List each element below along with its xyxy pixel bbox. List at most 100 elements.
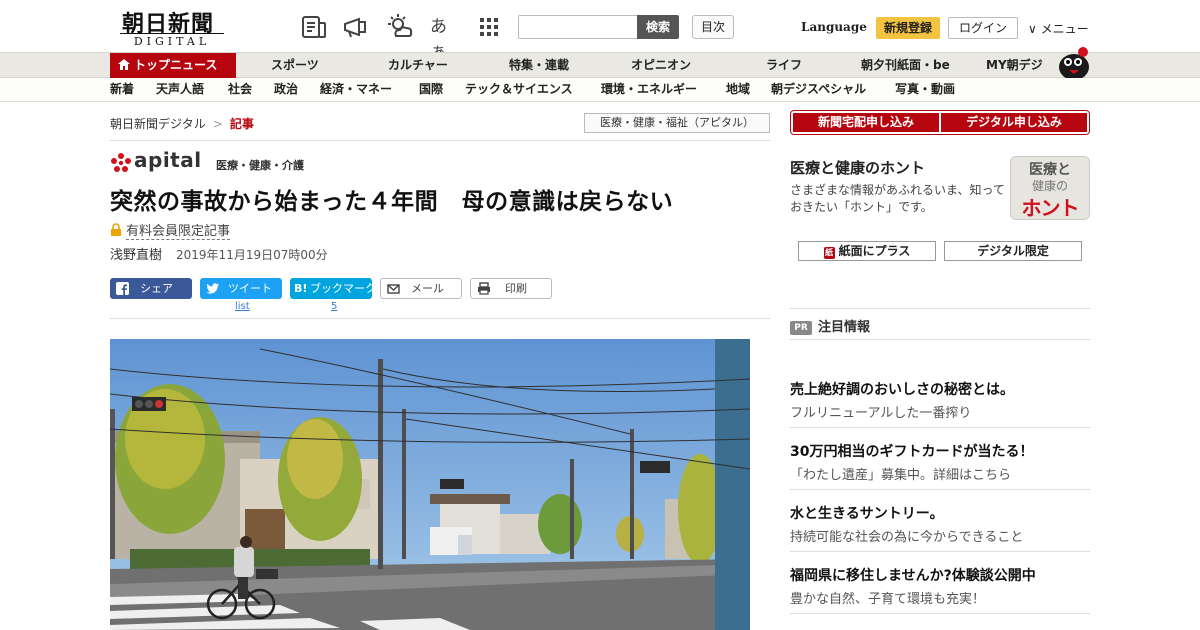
breadcrumb-current: 記事 [229, 117, 254, 131]
nav-paper[interactable]: 朝夕刊紙面・be [861, 53, 950, 78]
article-headline: 突然の事故から始まった４年間 母の意識は戻らない [110, 189, 674, 215]
font-size-icon[interactable]: あぁ [430, 12, 458, 62]
subnav-new[interactable]: 新着 [110, 78, 134, 101]
facebook-icon [116, 282, 129, 295]
breadcrumb-separator: > [212, 117, 223, 131]
nav-life[interactable]: ライフ [766, 53, 802, 78]
subnav-international[interactable]: 国際 [419, 78, 443, 101]
nav-label: トップニュース [134, 58, 218, 72]
mascot-icon [1059, 47, 1089, 79]
toc-button[interactable]: 目次 [692, 15, 734, 39]
grid-icon[interactable] [476, 14, 504, 40]
subnav-politics[interactable]: 政治 [274, 78, 298, 101]
ad-title[interactable]: 売上絶好調のおいしさの秘密とは。 [790, 379, 1014, 399]
sub-nav: 新着 天声人語 社会 政治 経済・マネー 国際 テック＆サイエンス 環境・エネル… [0, 78, 1200, 102]
home-icon [118, 59, 130, 70]
subnav-region[interactable]: 地域 [726, 78, 750, 101]
divider [110, 318, 770, 319]
twitter-icon [206, 283, 219, 294]
members-only-label: 有料会員限定記事 [126, 224, 231, 240]
pr-badge: PR [790, 321, 812, 335]
ad-description[interactable]: フルリニューアルした一番搾り [790, 402, 971, 421]
subnav-society[interactable]: 社会 [228, 78, 252, 101]
divider [790, 308, 1090, 309]
print-label: 印刷 [505, 282, 527, 295]
divider [790, 489, 1090, 490]
ad-description[interactable]: 持続可能な社会の為に今からできること [790, 526, 1023, 545]
twitter-tweet-label: ツイート [228, 282, 272, 295]
ad-description[interactable]: 豊かな自然、子育て環境も充実！ [790, 588, 985, 607]
subnav-tech[interactable]: テック＆サイエンス [465, 78, 573, 101]
paper-plus-button[interactable]: 紙紙面にプラス [798, 241, 936, 261]
twitter-tweet-button[interactable]: ツイート [200, 278, 282, 299]
pr-heading-label: 注目情報 [818, 320, 871, 335]
byline: 浅野直樹 2019年11月19日07時00分 [110, 244, 328, 263]
weather-icon[interactable] [386, 14, 414, 40]
divider [790, 551, 1090, 552]
article-photo [110, 339, 750, 630]
paper-subscribe-button[interactable]: 新聞宅配申し込み [793, 113, 939, 132]
honto-logo-line1: 医療と [1029, 162, 1071, 178]
nav-features[interactable]: 特集・連載 [509, 53, 569, 78]
hatena-icon: B! [294, 282, 308, 295]
apital-dots-icon [111, 153, 131, 172]
ad-title[interactable]: 30万円相当のギフトカードが当たる！ [790, 441, 1033, 461]
apital-tagline: 医療・健康・介護 [216, 159, 304, 172]
mail-button[interactable]: メール [380, 278, 462, 299]
tweet-count[interactable]: list [235, 301, 250, 312]
print-button[interactable]: 印刷 [470, 278, 552, 299]
honto-logo-line3: ホント [1021, 196, 1080, 220]
divider [790, 339, 1090, 340]
paper-plus-icon: 紙 [823, 247, 835, 259]
breadcrumb-home[interactable]: 朝日新聞デジタル [110, 117, 206, 131]
hatena-bookmark-label: ブックマーク [310, 282, 376, 295]
nav-culture[interactable]: カルチャー [388, 53, 448, 78]
digital-only-button[interactable]: デジタル限定 [944, 241, 1082, 261]
divider [110, 140, 770, 141]
subscribe-box: 新聞宅配申し込み デジタル申し込み [790, 110, 1090, 135]
ad-title[interactable]: 福岡県に移住しませんか?体験談公開中 [790, 565, 1036, 585]
login-button[interactable]: ログイン [948, 17, 1018, 39]
bookmark-count[interactable]: 5 [331, 301, 337, 312]
subnav-economy[interactable]: 経済・マネー [320, 78, 392, 101]
members-only-notice[interactable]: 有料会員限定記事 [110, 220, 231, 240]
newspaper-icon[interactable] [300, 14, 328, 40]
search-input[interactable] [518, 15, 638, 39]
main-nav: トップニュース スポーツ カルチャー 特集・連載 オピニオン ライフ 朝夕刊紙面… [0, 47, 1200, 79]
ad-title[interactable]: 水と生きるサントリー。 [790, 503, 944, 523]
digital-subscribe-button[interactable]: デジタル申し込み [941, 113, 1087, 132]
subnav-special[interactable]: 朝デジスペシャル [771, 78, 866, 101]
honto-logo[interactable]: 医療と 健康の ホント [1010, 156, 1090, 220]
menu-button[interactable]: ∨ メニュー [1028, 20, 1089, 37]
language-link[interactable]: Language [801, 20, 867, 34]
facebook-share-button[interactable]: シェア [110, 278, 192, 299]
megaphone-icon[interactable] [342, 14, 370, 40]
lock-icon [111, 223, 121, 236]
divider [790, 427, 1090, 428]
honto-title[interactable]: 医療と健康のホント [790, 157, 925, 178]
mail-icon [387, 284, 400, 294]
mail-label: メール [411, 282, 444, 295]
asahi-digital-logo[interactable]: 朝日新聞 DIGITAL [112, 6, 230, 48]
breadcrumb: 朝日新聞デジタル > 記事 [110, 115, 254, 132]
print-icon [478, 282, 490, 295]
nav-sports[interactable]: スポーツ [271, 53, 319, 78]
logo-digital: DIGITAL [120, 33, 224, 48]
subnav-photo[interactable]: 写真・動画 [895, 78, 955, 101]
publish-date: 2019年11月19日07時00分 [176, 248, 328, 262]
nav-top-news[interactable]: トップニュース [110, 53, 236, 78]
ad-description[interactable]: 「わたし遺産」募集中。詳細はこちら [790, 464, 1011, 483]
subnav-environment[interactable]: 環境・エネルギー [601, 78, 697, 101]
author-name: 浅野直樹 [110, 248, 163, 263]
nav-opinion[interactable]: オピニオン [631, 53, 691, 78]
register-button[interactable]: 新規登録 [876, 17, 940, 39]
search-button[interactable]: 検索 [637, 15, 679, 39]
hatena-bookmark-button[interactable]: B! ブックマーク [290, 278, 376, 299]
subnav-tensei[interactable]: 天声人語 [156, 78, 204, 101]
nav-my-asadigi[interactable]: MY朝デジ [986, 53, 1043, 78]
pr-heading: PR 注目情報 [790, 316, 870, 335]
facebook-share-label: シェア [140, 282, 173, 295]
category-link[interactable]: 医療・健康・福祉（アピタル） [584, 113, 770, 133]
paper-plus-label: 紙面にプラス [838, 244, 911, 258]
honto-description: さまざまな情報があふれるいま、知っておきたい「ホント」です。 [790, 183, 1005, 214]
